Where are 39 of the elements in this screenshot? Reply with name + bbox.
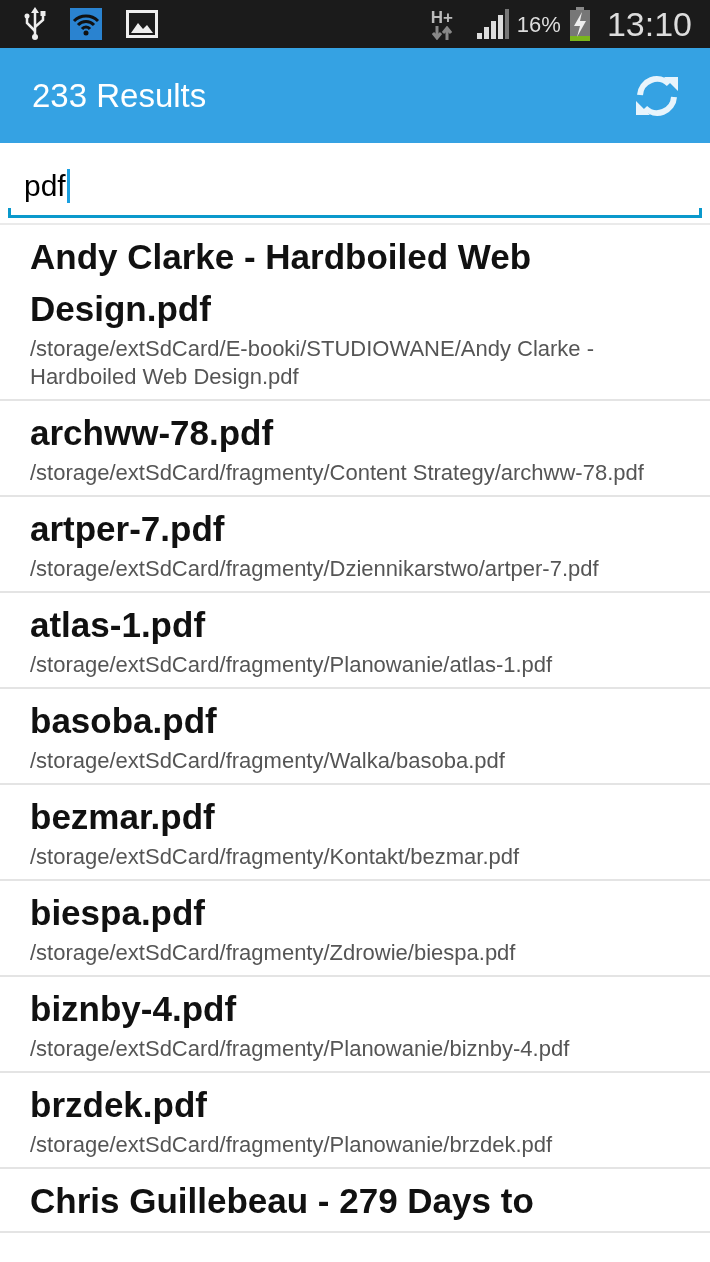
battery-charging-icon [568,7,591,41]
battery-percent: 16% [516,10,561,39]
file-path: /storage/extSdCard/E-booki/STUDIOWANE/Andy Clarke - Hardboiled Web Design.pdf [30,335,596,391]
image-icon [126,10,158,38]
file-name: biznby-4.pdf [30,988,238,1030]
file-path: /storage/extSdCard/fragmenty/Kontakt/bezmar.pdf [30,843,521,871]
result-item[interactable]: biespa.pdf /storage/extSdCard/fragmenty/Zdrowie/biespa.pdf [0,881,710,977]
result-item[interactable]: Chris Guillebeau - 279 Days to [0,1169,710,1233]
result-item[interactable]: atlas-1.pdf /storage/extSdCard/fragmenty/Planowanie/atlas-1.pdf [0,593,710,689]
file-name: basoba.pdf [30,700,218,742]
result-item[interactable]: biznby-4.pdf /storage/extSdCard/fragmenty/Planowanie/biznby-4.pdf [0,977,710,1073]
results-title: 233 Results [32,75,207,116]
search-field[interactable]: pdf [8,148,702,218]
file-name: brzdek.pdf [30,1084,208,1126]
file-path: /storage/extSdCard/fragmenty/Planowanie/brzdek.pdf [30,1131,554,1159]
file-path: /storage/extSdCard/fragmenty/Planowanie/biznby-4.pdf [30,1035,571,1063]
file-path: /storage/extSdCard/fragmenty/Planowanie/atlas-1.pdf [30,651,554,679]
result-item[interactable]: Andy Clarke - Hardboiled Web Design.pdf /storage/extSdCard/E-booki/STUDIOWANE/Andy Clarke - Hardboiled Web Design.pdf [0,225,710,401]
file-name: Andy Clarke - Hardboiled Web Design.pdf [30,236,533,330]
network-type: H+ [430,8,453,40]
file-path: /storage/extSdCard/fragmenty/Content Strategy/archww-78.pdf [30,459,645,487]
result-item[interactable]: basoba.pdf /storage/extSdCard/fragmenty/Walka/basoba.pdf [0,689,710,785]
file-name: archww-78.pdf [30,412,275,454]
result-item[interactable]: brzdek.pdf /storage/extSdCard/fragmenty/Planowanie/brzdek.pdf [0,1073,710,1169]
file-name: bezmar.pdf [30,796,216,838]
file-name: artper-7.pdf [30,508,226,550]
signal-icon [476,9,509,39]
result-item[interactable]: artper-7.pdf /storage/extSdCard/fragmenty/Dziennikarstwo/artper-7.pdf [0,497,710,593]
usb-icon [24,7,46,41]
wifi-icon [70,8,102,40]
result-item[interactable]: bezmar.pdf /storage/extSdCard/fragmenty/Kontakt/bezmar.pdf [0,785,710,881]
file-path: /storage/extSdCard/fragmenty/Dziennikarstwo/artper-7.pdf [30,555,600,583]
clock: 13:10 [606,7,692,41]
result-item[interactable]: archww-78.pdf /storage/extSdCard/fragmenty/Content Strategy/archww-78.pdf [0,401,710,497]
file-name: atlas-1.pdf [30,604,207,646]
file-path: /storage/extSdCard/fragmenty/Walka/basoba.pdf [30,747,506,775]
file-path: /storage/extSdCard/fragmenty/Zdrowie/biespa.pdf [30,939,517,967]
file-name: Chris Guillebeau - 279 Days to [30,1180,535,1222]
file-name: biespa.pdf [30,892,207,934]
